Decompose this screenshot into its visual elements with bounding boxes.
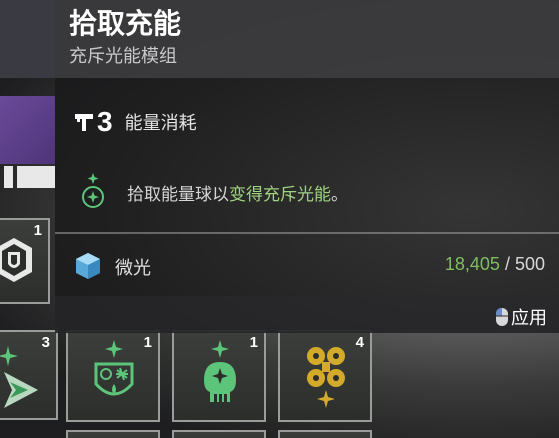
background-panel bbox=[0, 0, 55, 78]
slot-count: 3 bbox=[41, 334, 50, 351]
mod-slot-gold-pattern[interactable]: 4 bbox=[278, 330, 372, 422]
emblem-banner bbox=[0, 96, 55, 164]
energy-hammer-icon bbox=[75, 114, 93, 131]
mouse-left-click-icon bbox=[496, 308, 508, 326]
mod-slot-shield[interactable]: 1 bbox=[0, 218, 50, 304]
game-scene: 1 3 1 1 4 拾取充能 充斥光能模组 3 能量消耗 拾取能量球以变得充斥光… bbox=[0, 0, 559, 438]
crest-mod-icon bbox=[94, 340, 134, 396]
skull-mod-icon bbox=[204, 340, 236, 402]
glimmer-owned: 18,405 bbox=[444, 254, 500, 274]
charged-light-perk-icon bbox=[82, 173, 104, 208]
mod-title: 拾取充能 bbox=[69, 7, 182, 40]
perk-text-highlight: 变得充斥光能 bbox=[229, 185, 331, 205]
gold-pattern-mod-icon bbox=[307, 347, 345, 408]
mod-slot-crest[interactable]: 1 bbox=[66, 330, 160, 422]
energy-cost-label: 能量消耗 bbox=[124, 113, 197, 134]
mod-tooltip: 拾取充能 充斥光能模组 3 能量消耗 拾取能量球以变得充斥光能。 微光 18,4… bbox=[55, 0, 559, 333]
apply-action[interactable]: 应用 bbox=[495, 304, 547, 330]
glimmer-cost-row: 微光 18,405 / 500 bbox=[55, 234, 559, 296]
glimmer-label: 微光 bbox=[115, 258, 151, 279]
slot-count: 1 bbox=[249, 334, 258, 351]
mod-slot-skull[interactable]: 1 bbox=[172, 330, 266, 422]
energy-cost-value: 3 bbox=[97, 106, 113, 137]
mod-slot-partial[interactable] bbox=[278, 430, 372, 438]
perk-row: 拾取能量球以变得充斥光能。 bbox=[79, 171, 539, 215]
mod-subtitle: 充斥光能模组 bbox=[69, 46, 177, 67]
mod-slot-arrow[interactable]: 3 bbox=[0, 330, 58, 420]
mod-slot-partial[interactable] bbox=[66, 430, 160, 438]
mod-slot-partial[interactable] bbox=[172, 430, 266, 438]
slot-count: 4 bbox=[355, 334, 364, 351]
perk-text-prefix: 拾取能量球以 bbox=[127, 185, 229, 205]
glimmer-amount: 18,405 / 500 bbox=[445, 254, 545, 275]
glimmer-required: 500 bbox=[514, 254, 545, 274]
energy-cost-row: 3 能量消耗 bbox=[73, 102, 197, 142]
glimmer-icon bbox=[76, 253, 100, 279]
background-strip bbox=[0, 166, 55, 190]
arrow-mod-icon bbox=[0, 346, 38, 408]
perk-description: 拾取能量球以变得充斥光能。 bbox=[127, 180, 348, 205]
apply-label: 应用 bbox=[511, 308, 547, 329]
perk-text-suffix: 。 bbox=[331, 185, 348, 205]
tooltip-header: 拾取充能 充斥光能模组 bbox=[55, 0, 559, 78]
armor-shield-icon bbox=[0, 238, 32, 282]
glimmer-separator: / bbox=[499, 254, 515, 274]
tooltip-footer: 应用 bbox=[55, 296, 559, 333]
slot-count: 1 bbox=[143, 334, 152, 351]
